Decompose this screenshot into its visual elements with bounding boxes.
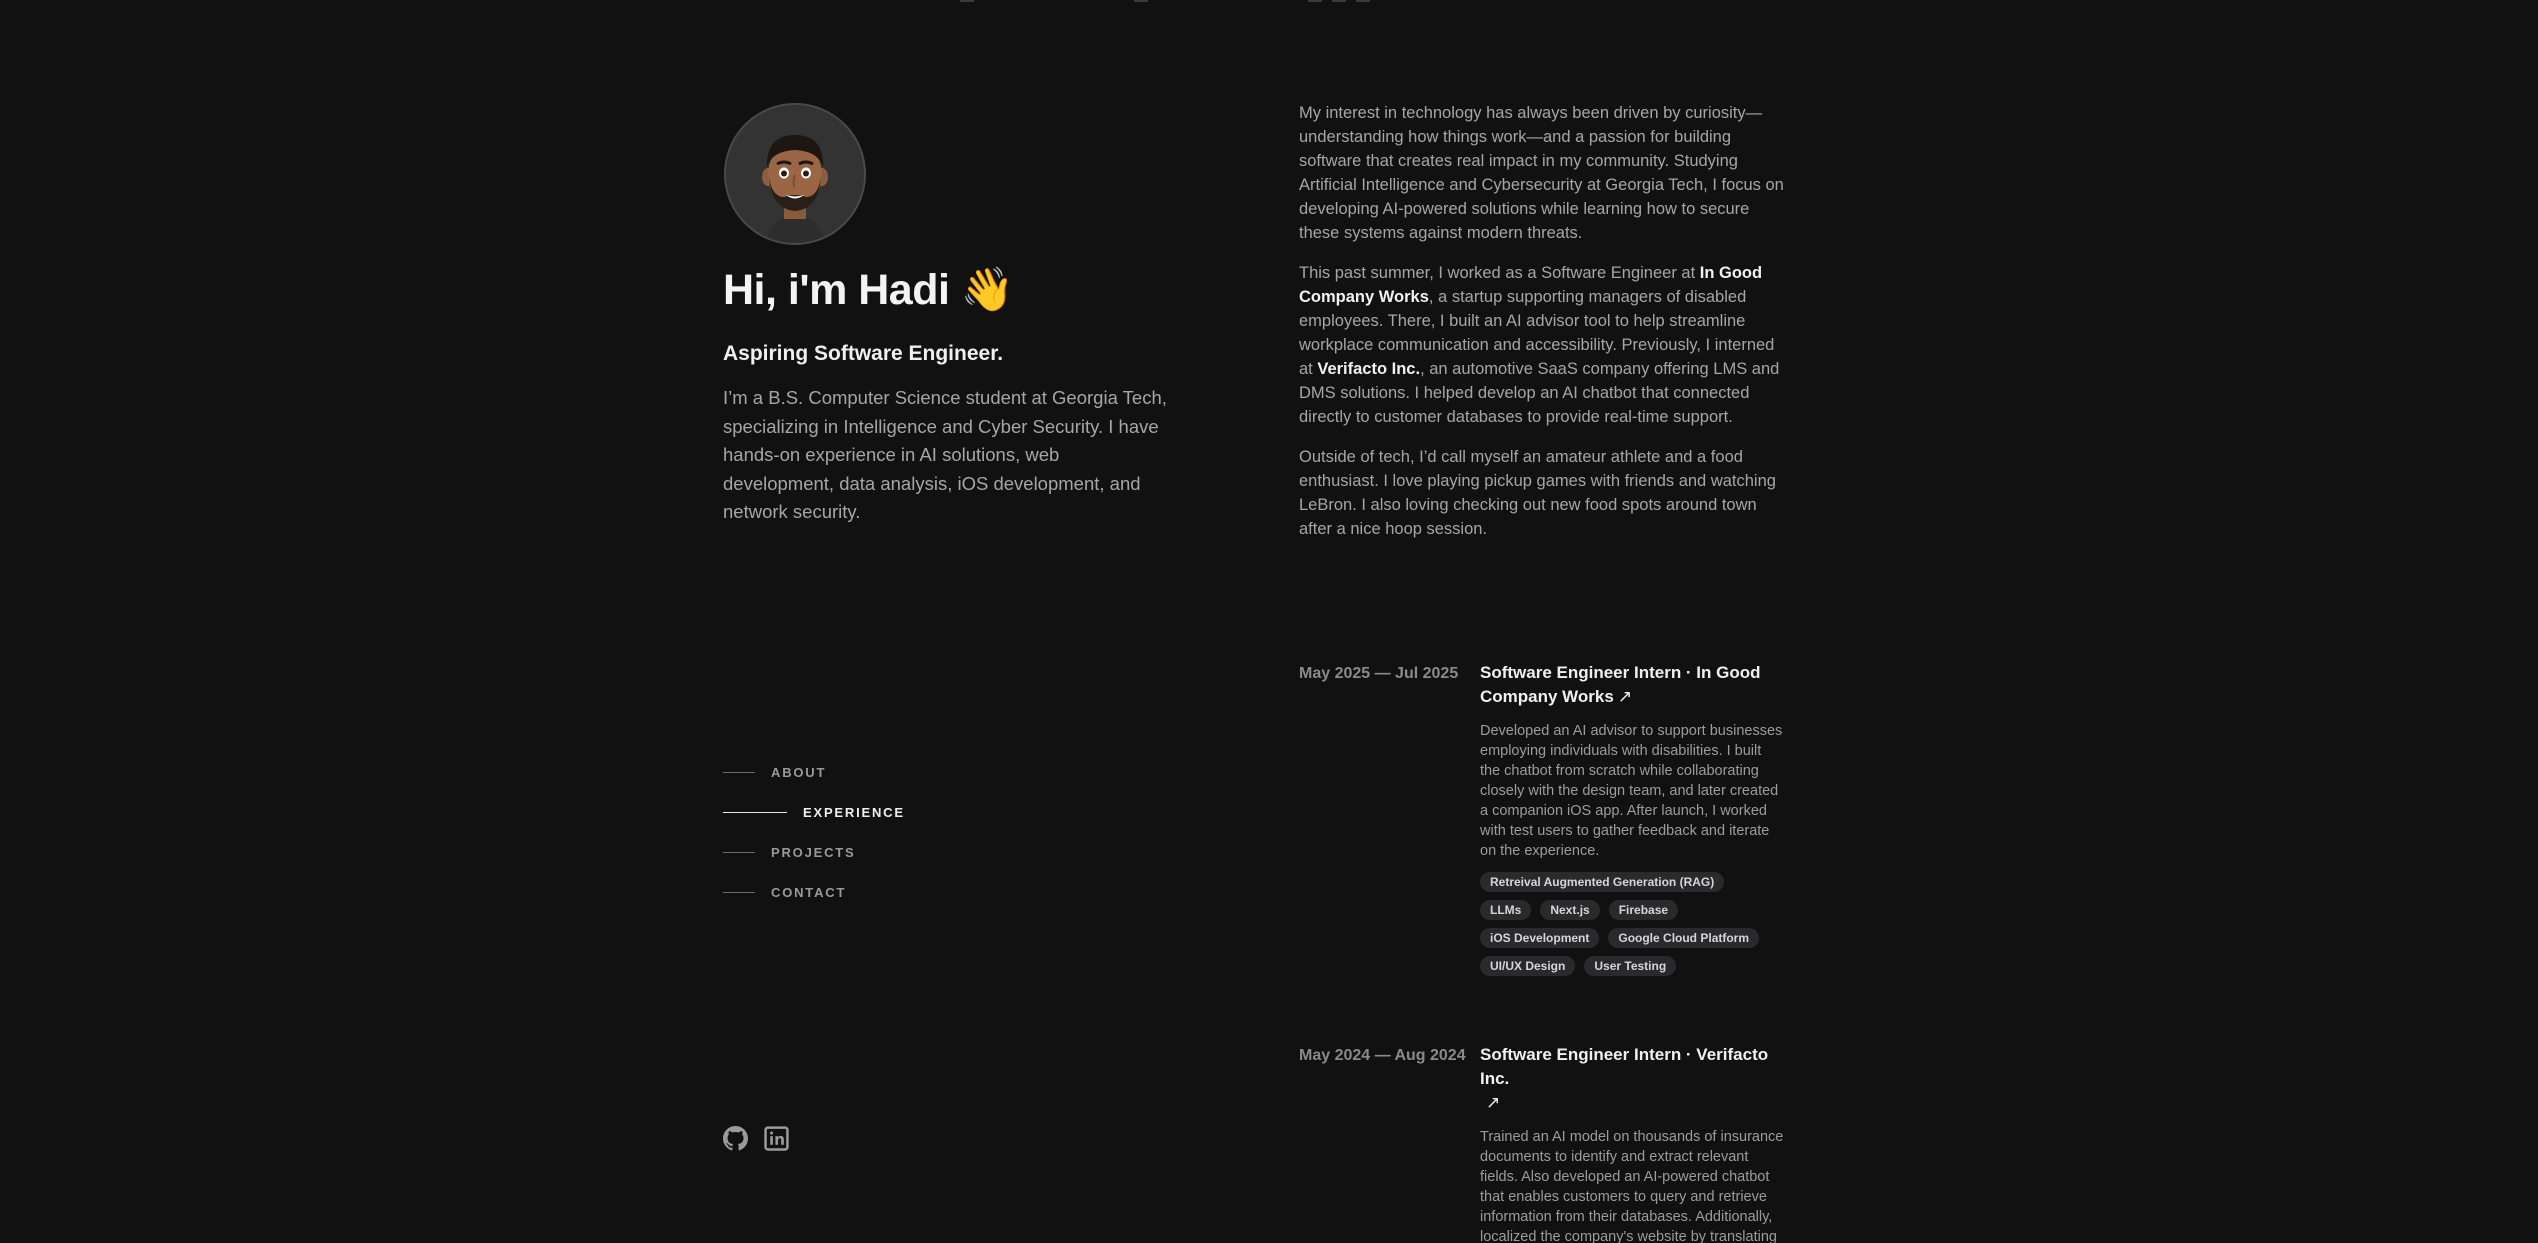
experience-title[interactable]: Software Engineer Intern · Verifacto Inc… bbox=[1480, 1043, 1785, 1115]
tech-tags: Retreival Augmented Generation (RAG) LLM… bbox=[1480, 872, 1780, 976]
nav-item-projects[interactable]: PROJECTS bbox=[723, 832, 905, 872]
tech-tag: LLMs bbox=[1480, 900, 1532, 920]
linkedin-icon[interactable] bbox=[764, 1126, 789, 1151]
nav-item-label: CONTACT bbox=[771, 884, 847, 900]
about-paragraph: My interest in technology has always bee… bbox=[1299, 104, 1784, 242]
intro-text: I’m a B.S. Computer Science student at G… bbox=[723, 387, 1167, 522]
nav-item-label: EXPERIENCE bbox=[803, 804, 905, 820]
about-paragraph: This past summer, I worked as a Software… bbox=[1299, 261, 1785, 429]
about-paragraph: Outside of tech, I’d call myself an amat… bbox=[1299, 448, 1776, 538]
sidebar-header: Hi, i'm Hadi 👋 Aspiring Software Enginee… bbox=[723, 0, 1183, 1243]
nav-indicator-line bbox=[723, 891, 755, 893]
github-icon[interactable] bbox=[723, 1126, 748, 1151]
tech-tag: iOS Development bbox=[1480, 928, 1600, 948]
memoji-avatar-image bbox=[726, 105, 864, 243]
nav-indicator-line bbox=[723, 851, 755, 853]
about-text: This past summer, I worked as a Software… bbox=[1299, 264, 1700, 282]
avatar bbox=[724, 103, 866, 245]
nav-indicator-line bbox=[723, 811, 787, 813]
page-title: Hi, i'm Hadi 👋 bbox=[723, 266, 1014, 314]
external-link-arrow-icon: ↗ bbox=[1617, 687, 1633, 706]
tech-tag: Firebase bbox=[1608, 900, 1679, 920]
social-links bbox=[723, 1126, 789, 1151]
experience-description: Developed an AI advisor to support busin… bbox=[1480, 723, 1783, 859]
experience-body: Software Engineer Intern · In Good Compa… bbox=[1480, 661, 1785, 976]
tagline: Aspiring Software Engineer. bbox=[723, 342, 1004, 365]
tech-tag: User Testing bbox=[1584, 956, 1677, 976]
experience-date: May 2025 — Jul 2025 bbox=[1299, 665, 1459, 682]
experience-date: May 2024 — Aug 2024 bbox=[1299, 1047, 1466, 1064]
nav-item-experience[interactable]: EXPERIENCE bbox=[723, 792, 905, 832]
company-link-verifacto[interactable]: Verifacto Inc. bbox=[1317, 360, 1420, 378]
tech-tag: Retreival Augmented Generation (RAG) bbox=[1480, 872, 1725, 892]
nav-item-label: ABOUT bbox=[771, 764, 827, 780]
external-link-arrow-icon: ↗ bbox=[1486, 1093, 1501, 1112]
tech-tag: UI/UX Design bbox=[1480, 956, 1576, 976]
experience-description: Trained an AI model on thousands of insu… bbox=[1480, 1129, 1784, 1243]
tech-tag: Google Cloud Platform bbox=[1608, 928, 1760, 948]
portfolio-page: Hi, i'm Hadi 👋 Aspiring Software Enginee… bbox=[0, 0, 2538, 1243]
experience-title-text: Software Engineer Intern · Verifacto Inc… bbox=[1480, 1045, 1769, 1088]
nav-item-about[interactable]: ABOUT bbox=[723, 752, 905, 792]
tech-tag: Next.js bbox=[1540, 900, 1600, 920]
experience-body: Software Engineer Intern · Verifacto Inc… bbox=[1480, 1043, 1785, 1243]
nav-item-label: PROJECTS bbox=[771, 844, 856, 860]
experience-title[interactable]: Software Engineer Intern · In Good Compa… bbox=[1480, 661, 1785, 709]
section-nav: ABOUT EXPERIENCE PROJECTS CONTACT bbox=[723, 752, 905, 912]
nav-indicator-line bbox=[723, 771, 755, 773]
nav-item-contact[interactable]: CONTACT bbox=[723, 872, 905, 912]
